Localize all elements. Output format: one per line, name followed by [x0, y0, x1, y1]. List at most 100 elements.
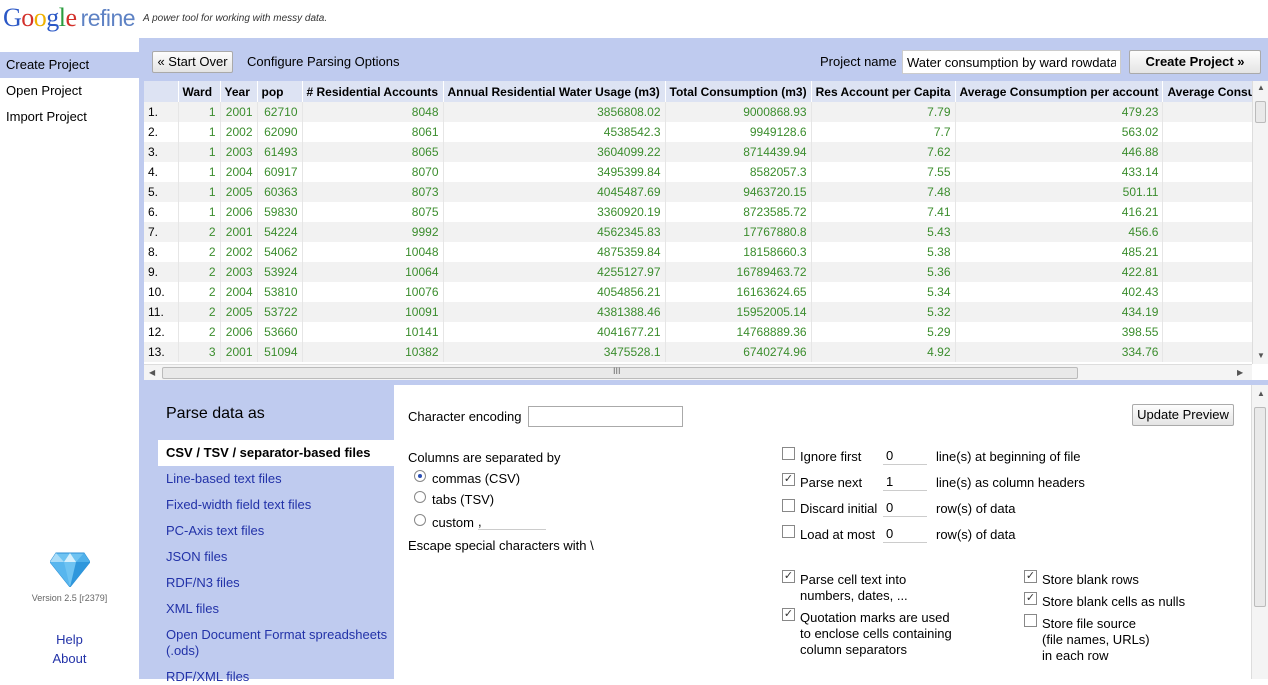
load-at-most-input[interactable]	[883, 525, 927, 543]
grid-vertical-scrollbar[interactable]: ▲ ▼	[1252, 81, 1268, 364]
format-pc-axis[interactable]: PC-Axis text files	[158, 523, 394, 539]
parse-cell-text-checkbox[interactable]: ✓	[782, 570, 795, 583]
store-file-source-label: Store file source	[1042, 616, 1136, 631]
toolbar: « Start Over Configure Parsing Options P…	[139, 38, 1268, 83]
sep-commas-radio[interactable]	[414, 470, 426, 482]
table-row: 9. 2 2003 53924 10064 4255127.97 16789463.72 5.…	[144, 262, 1261, 282]
col-header-year: Year	[220, 81, 258, 102]
scroll-down-icon[interactable]: ▼	[1257, 351, 1265, 360]
grid-horizontal-scroll-thumb[interactable]: III	[162, 366, 1078, 379]
scroll-right-icon[interactable]: ▶	[1237, 368, 1243, 377]
table-cell: 4538542.3	[443, 122, 666, 142]
create-project-button[interactable]: Create Project »	[1129, 50, 1261, 74]
format-list: Parse data as CSV / TSV / separator-base…	[139, 385, 394, 684]
row-index-cell: 10.	[144, 282, 179, 302]
row-index-cell: 1.	[144, 102, 179, 122]
format-xml[interactable]: XML files	[158, 601, 394, 617]
table-cell: 2	[178, 222, 221, 242]
store-blank-cells-checkbox[interactable]: ✓	[1024, 592, 1037, 605]
table-cell: 53810	[257, 282, 303, 302]
help-link[interactable]: Help	[0, 632, 139, 647]
table-cell: 9992	[302, 222, 444, 242]
table-cell: 54062	[257, 242, 303, 262]
update-preview-button[interactable]: Update Preview	[1132, 404, 1234, 426]
grid-horizontal-scrollbar[interactable]: ◀ III ▶	[144, 364, 1252, 380]
quotation-marks-checkbox[interactable]: ✓	[782, 608, 795, 621]
project-name-input[interactable]	[902, 50, 1121, 74]
scroll-grip: III	[613, 366, 621, 376]
table-cell: 8714439.94	[665, 142, 812, 162]
parse-next-checkbox[interactable]: ✓	[782, 473, 795, 486]
col-header-residential-accounts: # Residential Accounts	[302, 81, 444, 102]
table-cell: 4562345.83	[443, 222, 666, 242]
grid-vertical-scroll-thumb[interactable]	[1255, 101, 1266, 123]
discard-initial-label: Discard initial	[800, 501, 878, 516]
row-index-cell: 3.	[144, 142, 179, 162]
encoding-input[interactable]	[528, 406, 683, 427]
col-header-total-consumption: Total Consumption (m3)	[665, 81, 812, 102]
table-row: 5. 1 2005 60363 8073 4045487.69 9463720.15 7.48…	[144, 182, 1261, 202]
col-header-pop: pop	[257, 81, 303, 102]
col-header-index	[144, 81, 179, 102]
nav-open-project[interactable]: Open Project	[0, 78, 139, 104]
discard-initial-input[interactable]	[883, 499, 927, 517]
table-cell-empty	[1162, 262, 1261, 282]
table-cell-empty	[1162, 202, 1261, 222]
row-index-cell: 13.	[144, 342, 179, 362]
format-rdf-n3[interactable]: RDF/N3 files	[158, 575, 394, 591]
table-cell: 3	[178, 342, 221, 362]
load-at-most-checkbox[interactable]	[782, 525, 795, 538]
app-header: Google refine A power tool for working wi…	[0, 0, 1268, 40]
options-scroll-up-icon[interactable]: ▲	[1257, 389, 1265, 398]
discard-initial-checkbox[interactable]	[782, 499, 795, 512]
scroll-up-icon[interactable]: ▲	[1257, 83, 1265, 92]
table-cell: 2004	[220, 162, 258, 182]
table-cell: 1	[178, 202, 221, 222]
sep-tabs-radio[interactable]	[414, 491, 426, 503]
format-line-based[interactable]: Line-based text files	[158, 471, 394, 487]
table-cell-empty	[1162, 322, 1261, 342]
options-scroll-thumb[interactable]	[1254, 407, 1266, 607]
start-over-button[interactable]: « Start Over	[152, 51, 233, 73]
format-csv-tsv[interactable]: CSV / TSV / separator-based files	[158, 440, 394, 466]
parse-next-label: Parse next	[800, 475, 863, 490]
table-cell: 16789463.72	[665, 262, 812, 282]
table-cell: 2006	[220, 322, 258, 342]
row-index-cell: 9.	[144, 262, 179, 282]
grid-header-row: Ward Year pop # Residential Accounts Ann…	[144, 81, 1261, 102]
main-panel: « Start Over Configure Parsing Options P…	[139, 38, 1268, 684]
table-cell: 8073	[302, 182, 444, 202]
table-row: 11. 2 2005 53722 10091 4381388.46 15952005.14 5…	[144, 302, 1261, 322]
table-cell: 5.36	[811, 262, 956, 282]
sep-custom-radio[interactable]	[414, 514, 426, 526]
row-index-cell: 6.	[144, 202, 179, 222]
options-vertical-scrollbar[interactable]: ▲	[1251, 385, 1268, 679]
format-fixed-width[interactable]: Fixed-width field text files	[158, 497, 394, 513]
format-rdf-xml[interactable]: RDF/XML files	[158, 669, 394, 685]
format-ods[interactable]: Open Document Format spreadsheets (.ods)	[158, 627, 394, 659]
store-blank-rows-checkbox[interactable]: ✓	[1024, 570, 1037, 583]
ignore-first-checkbox[interactable]	[782, 447, 795, 460]
format-json[interactable]: JSON files	[158, 549, 394, 565]
table-cell: 501.11	[955, 182, 1164, 202]
custom-separator-input[interactable]	[478, 514, 546, 530]
scroll-left-icon[interactable]: ◀	[149, 368, 155, 377]
table-cell: 10382	[302, 342, 444, 362]
nav-import-project[interactable]: Import Project	[0, 104, 139, 130]
table-cell: 9463720.15	[665, 182, 812, 202]
table-row: 8. 2 2002 54062 10048 4875359.84 18158660.3 5.3…	[144, 242, 1261, 262]
table-cell: 7.7	[811, 122, 956, 142]
table-cell: 4054856.21	[443, 282, 666, 302]
about-link[interactable]: About	[0, 651, 139, 666]
table-cell-empty	[1162, 342, 1261, 362]
table-cell: 8061	[302, 122, 444, 142]
store-file-source-checkbox[interactable]	[1024, 614, 1037, 627]
table-cell: 5.32	[811, 302, 956, 322]
parse-next-input[interactable]	[883, 473, 927, 491]
nav-create-project[interactable]: Create Project	[0, 52, 139, 78]
ignore-first-input[interactable]	[883, 447, 927, 465]
table-cell: 5.34	[811, 282, 956, 302]
grid-body: 1. 1 2001 62710 8048 3856808.02 9000868.93 7.79…	[144, 102, 1261, 362]
table-cell: 402.43	[955, 282, 1164, 302]
google-refine-logo[interactable]: Google refine	[3, 3, 136, 33]
